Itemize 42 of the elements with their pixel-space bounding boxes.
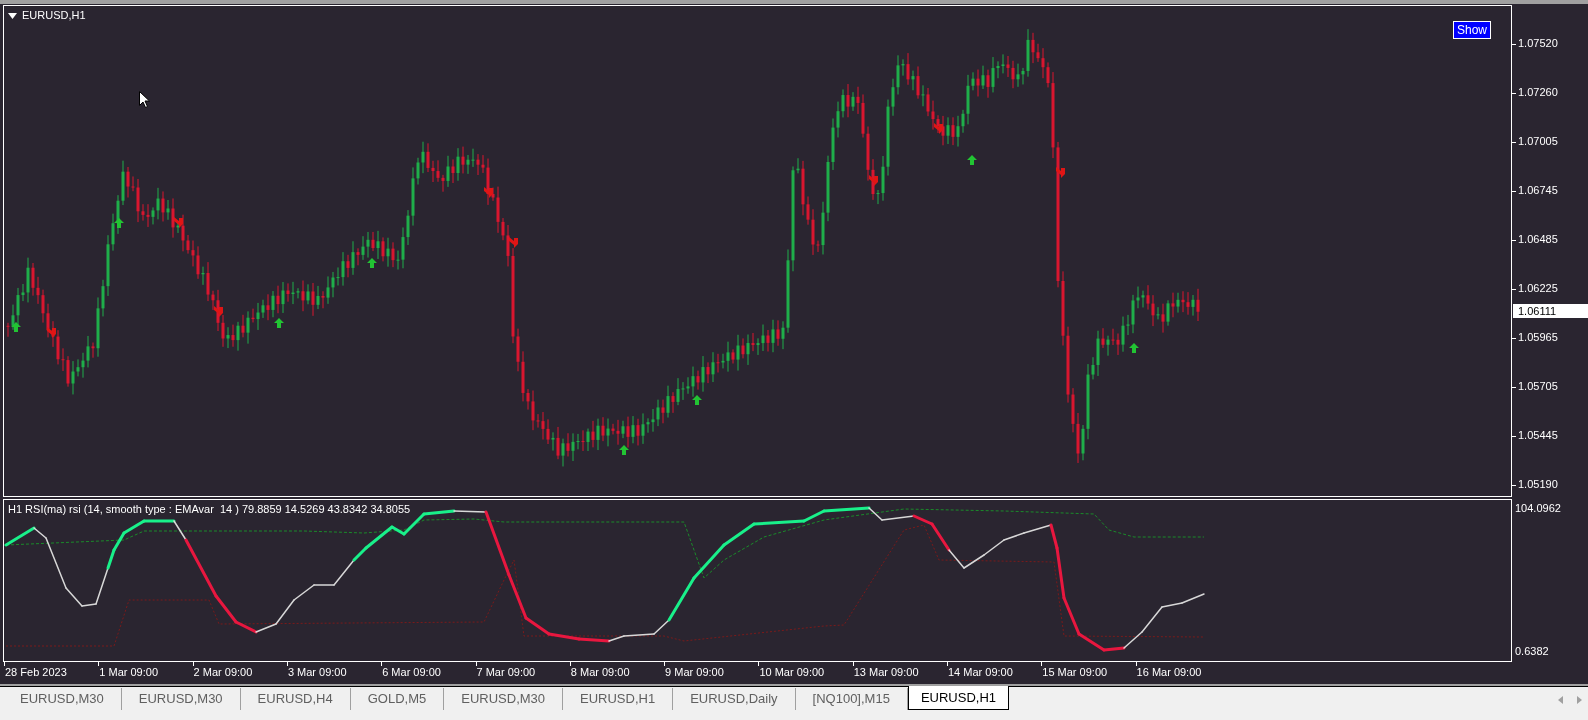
indicator-scale-label: 104.0962 bbox=[1515, 503, 1561, 514]
chart-tab[interactable]: EURUSD,Daily bbox=[673, 688, 796, 710]
show-button[interactable]: Show bbox=[1453, 21, 1492, 39]
indicator-title: H1 RSI(ma) rsi (14, smooth type : EMAvar 14 ) 79.8859 14.5269 43.8342 34.8055 bbox=[8, 504, 411, 515]
price-label: 1.06225 bbox=[1518, 283, 1558, 294]
time-label: 6 Mar 09:00 bbox=[382, 667, 441, 678]
triangle-icon[interactable] bbox=[8, 12, 17, 19]
price-label: 1.05190 bbox=[1518, 479, 1558, 490]
scroll-left-icon[interactable] bbox=[1558, 696, 1563, 704]
price-label: 1.06745 bbox=[1518, 185, 1558, 196]
chart-tab[interactable]: EURUSD,M30 bbox=[3, 688, 122, 710]
time-label: 7 Mar 09:00 bbox=[476, 667, 536, 678]
time-label: 8 Mar 09:00 bbox=[570, 667, 630, 678]
price-label: 1.05445 bbox=[1518, 430, 1558, 441]
time-label: 2 Mar 09:00 bbox=[193, 667, 253, 678]
chart-tab[interactable]: EURUSD,M30 bbox=[121, 688, 241, 710]
scroll-right-icon[interactable] bbox=[1577, 696, 1582, 704]
price-label: 1.05965 bbox=[1518, 332, 1558, 343]
price-label: 1.05705 bbox=[1518, 381, 1558, 392]
chart-tab[interactable]: EURUSD,H1 bbox=[907, 686, 1009, 710]
time-label: 15 Mar 09:00 bbox=[1042, 667, 1108, 678]
time-label: 1 Mar 09:00 bbox=[99, 667, 158, 678]
time-label: 16 Mar 09:00 bbox=[1136, 667, 1202, 678]
price-label: 1.07260 bbox=[1518, 87, 1558, 98]
time-label: 14 Mar 09:00 bbox=[948, 667, 1013, 678]
time-label: 10 Mar 09:00 bbox=[759, 667, 825, 678]
chart-tab[interactable]: GOLD,M5 bbox=[350, 688, 445, 710]
chart-tab[interactable]: EURUSD,H1 bbox=[563, 688, 674, 710]
chart-tab[interactable]: EURUSD,H4 bbox=[240, 688, 351, 710]
chart-tab[interactable]: EURUSD,M30 bbox=[444, 688, 564, 710]
price-label: 1.06485 bbox=[1518, 234, 1558, 245]
chart-tab[interactable]: [NQ100],M15 bbox=[795, 688, 908, 710]
chart-title: EURUSD,H1 bbox=[22, 10, 86, 21]
cursor-icon bbox=[139, 91, 150, 108]
price-label: 1.07520 bbox=[1518, 38, 1558, 49]
time-label: 3 Mar 09:00 bbox=[287, 667, 347, 678]
current-price-label: 1.06111 bbox=[1513, 304, 1588, 318]
time-label: 13 Mar 09:00 bbox=[853, 667, 919, 678]
time-label: 9 Mar 09:00 bbox=[665, 667, 724, 678]
time-label: 28 Feb 2023 bbox=[5, 667, 67, 678]
price-label: 1.07005 bbox=[1518, 136, 1558, 147]
indicator-scale-label: 0.6382 bbox=[1515, 646, 1549, 657]
